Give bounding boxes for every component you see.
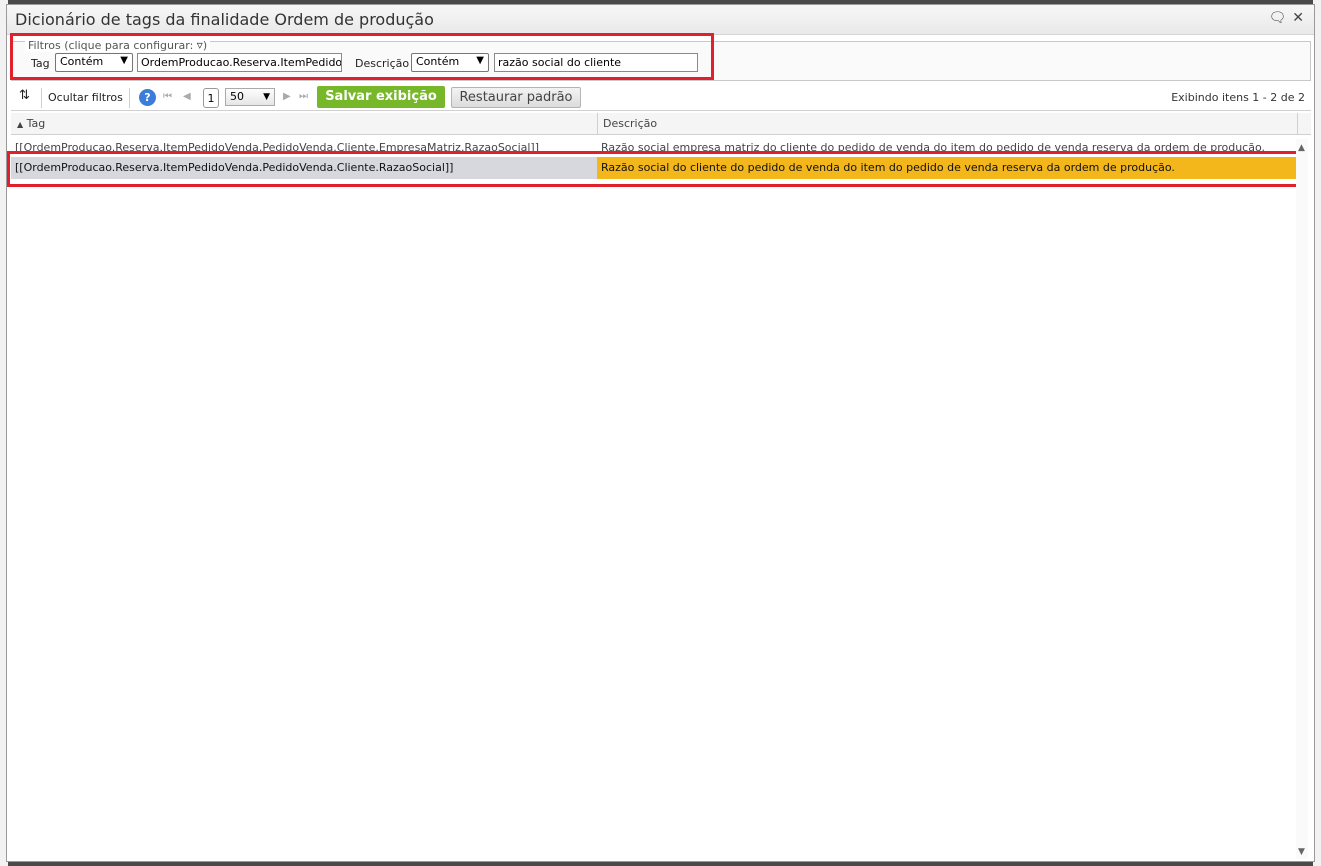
column-separator[interactable] <box>597 113 598 135</box>
chevron-down-icon: ▼ <box>476 55 484 66</box>
tag-operator-select[interactable]: Contém ▼ <box>55 53 133 72</box>
toolbar-separator <box>41 88 42 108</box>
page-number-input[interactable]: 1 <box>203 88 219 108</box>
items-status: Exibindo itens 1 - 2 de 2 <box>1171 91 1305 104</box>
row-tag-cell: [[OrdemProducao.Reserva.ItemPedidoVenda.… <box>15 141 540 151</box>
vertical-scrollbar[interactable]: ▲ ▼ <box>1296 139 1308 859</box>
chevron-down-icon: ▼ <box>120 55 128 66</box>
description-filter-input[interactable]: razão social do cliente <box>494 53 698 72</box>
row-description-cell: Razão social do cliente do pedido de ven… <box>597 157 1297 179</box>
filters-legend-close: ) <box>202 39 208 52</box>
toolbar-separator <box>129 88 130 108</box>
comment-icon[interactable]: 🗨 <box>1268 10 1286 26</box>
scroll-down-icon[interactable]: ▼ <box>1298 847 1305 857</box>
hide-filters-button[interactable]: Ocultar filtros <box>48 91 123 104</box>
previous-page-icon[interactable]: ◀ <box>183 91 191 102</box>
page-size-select[interactable]: 50 ▼ <box>225 88 275 106</box>
filters-legend-text: Filtros (clique para configurar: <box>28 39 194 52</box>
chevron-down-icon: ▼ <box>263 92 270 102</box>
refresh-icon[interactable]: ⇅ <box>19 88 30 103</box>
scroll-up-icon[interactable]: ▲ <box>1298 143 1305 153</box>
page-size-value: 50 <box>230 90 244 103</box>
tag-operator-value: Contém <box>60 55 104 68</box>
help-icon[interactable]: ? <box>139 89 156 106</box>
grid-header: ▲ Tag Descrição <box>11 113 1311 135</box>
table-row-selected[interactable]: [[OrdemProducao.Reserva.ItemPedidoVenda.… <box>11 157 1297 179</box>
description-filter-label: Descrição <box>355 57 410 70</box>
tag-filter-label: Tag <box>31 57 50 70</box>
row-description-cell: Razão social empresa matriz do cliente d… <box>601 141 1266 151</box>
filters-legend[interactable]: Filtros (clique para configurar: ▿) <box>25 38 211 52</box>
next-page-icon[interactable]: ▶ <box>283 91 291 102</box>
first-page-icon[interactable]: ⏮ <box>163 91 172 102</box>
last-page-icon[interactable]: ⏭ <box>299 91 308 102</box>
column-separator <box>1297 113 1298 135</box>
dialog-title: Dicionário de tags da finalidade Ordem d… <box>15 10 434 29</box>
column-header-description[interactable]: Descrição <box>603 117 657 130</box>
title-bar: Dicionário de tags da finalidade Ordem d… <box>7 5 1314 35</box>
column-header-tag-label: Tag <box>26 117 46 130</box>
save-view-button[interactable]: Salvar exibição <box>317 86 445 108</box>
grid-toolbar: ⇅ Ocultar filtros ? ⏮ ◀ 1 50 ▼ ▶ ⏭ Salva… <box>11 85 1311 111</box>
description-operator-value: Contém <box>416 55 460 68</box>
column-header-tag[interactable]: ▲ Tag <box>17 117 45 130</box>
description-operator-select[interactable]: Contém ▼ <box>411 53 489 72</box>
close-icon[interactable]: ✕ <box>1292 10 1304 26</box>
dialog-window: Dicionário de tags da finalidade Ordem d… <box>6 4 1315 862</box>
title-icons: 🗨 ✕ <box>1262 10 1304 26</box>
tag-filter-input[interactable]: OrdemProducao.Reserva.ItemPedidoV <box>137 53 342 72</box>
restore-default-button[interactable]: Restaurar padrão <box>451 87 581 108</box>
row-tag-cell: [[OrdemProducao.Reserva.ItemPedidoVenda.… <box>11 157 597 179</box>
sort-ascending-icon: ▲ <box>17 120 24 129</box>
table-row[interactable]: [[OrdemProducao.Reserva.ItemPedidoVenda.… <box>11 137 1297 151</box>
